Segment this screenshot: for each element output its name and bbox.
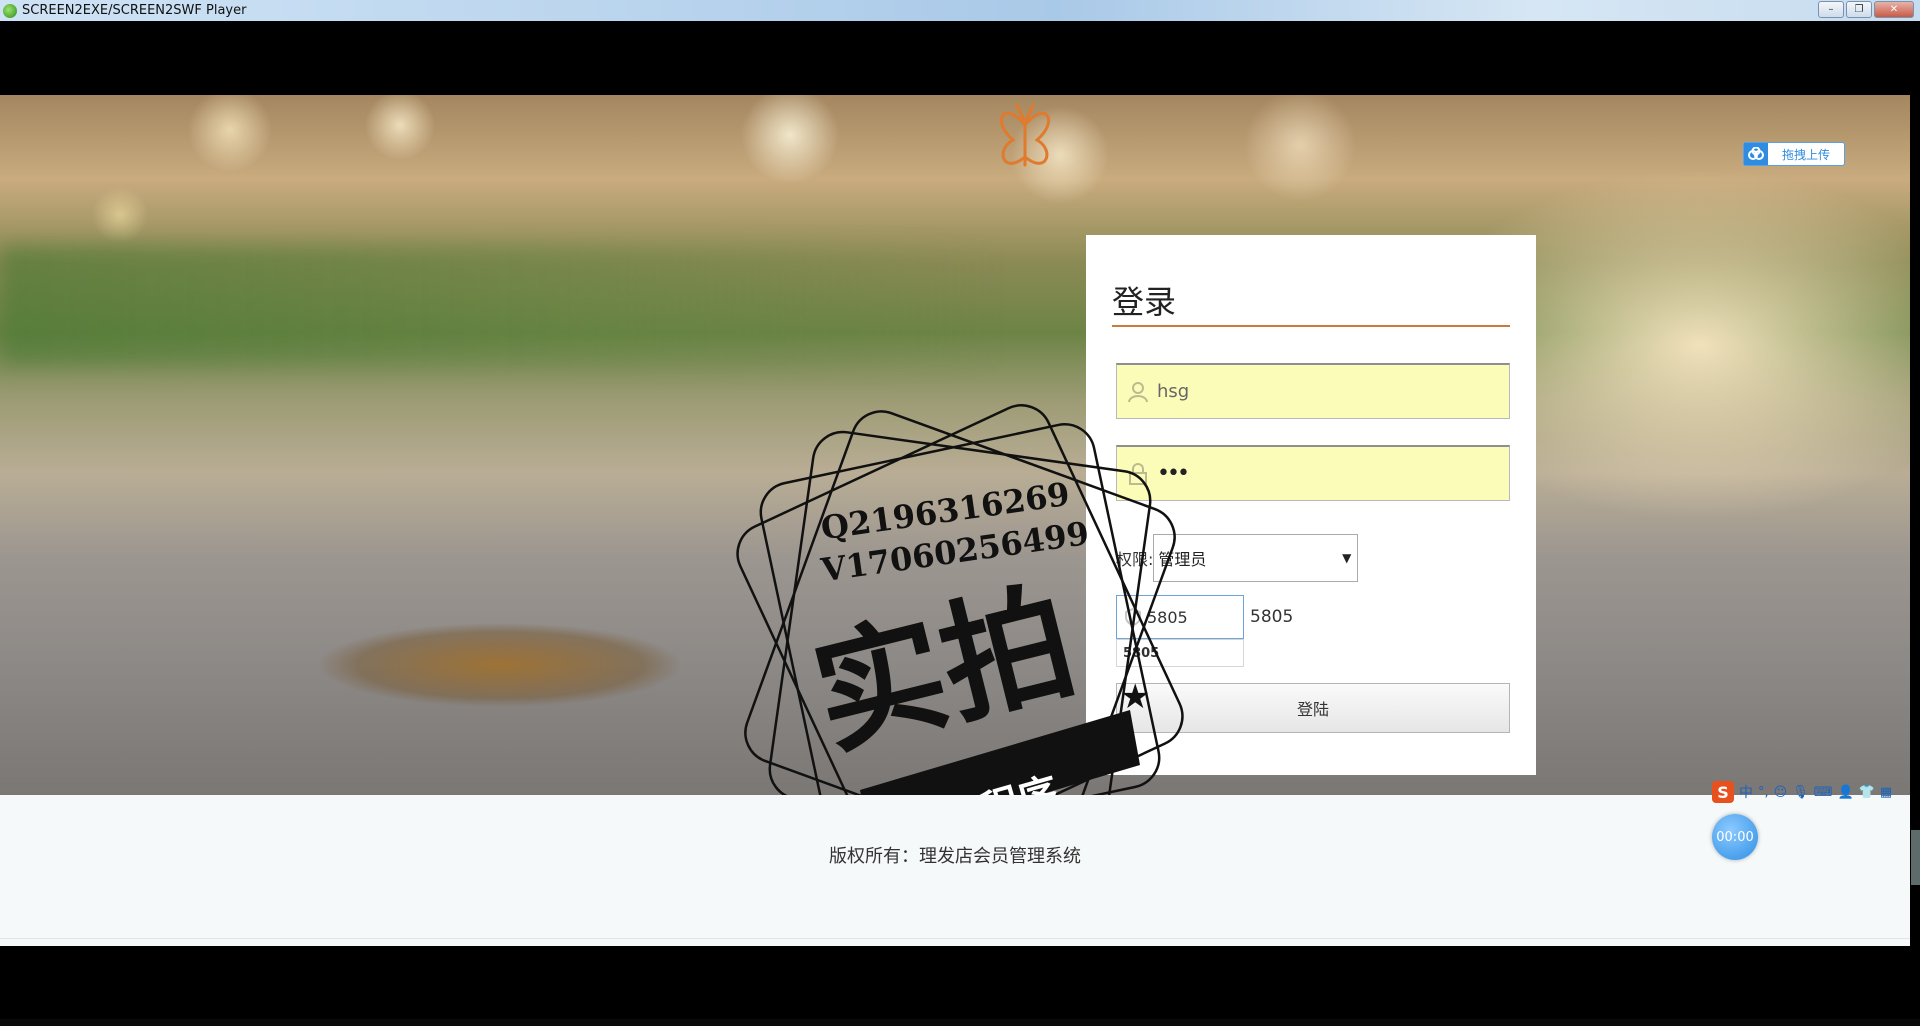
page-footer: 版权所有：理发店会员管理系统	[0, 795, 1910, 946]
password-field[interactable]: •••	[1116, 445, 1510, 501]
captcha-input-value: 5805	[1147, 607, 1188, 627]
upload-label: 拖拽上传	[1782, 147, 1831, 162]
emoji-icon[interactable]: ☺	[1774, 785, 1788, 800]
captcha-code: 5805	[1250, 607, 1294, 627]
autocomplete-suggestion[interactable]: 5805	[1116, 639, 1244, 667]
app-icon	[3, 3, 17, 18]
bottom-bar	[0, 1019, 1920, 1026]
window-titlebar: SCREEN2EXE/SCREEN2SWF Player – ❐ ✕	[0, 0, 1920, 21]
watermark-wx: V17060256499	[818, 514, 1091, 589]
window-title: SCREEN2EXE/SCREEN2SWF Player	[22, 3, 247, 18]
copyright-text: 版权所有：理发店会员管理系统	[829, 846, 1081, 867]
microphone-icon[interactable]: 🎙	[1792, 785, 1809, 800]
drag-upload-button[interactable]: 拖拽上传	[1743, 142, 1845, 166]
footer-divider	[0, 938, 1910, 939]
ime-toolbar: S 中 °, ☺ 🎙 ⌨ 👤 👕 ▦	[1712, 780, 1917, 804]
dropdown-arrow-icon: ▼	[1342, 551, 1352, 565]
cloud-upload-icon	[1744, 143, 1768, 165]
user-icon	[1128, 381, 1148, 402]
role-row: 权限: 管理员 ▼	[1116, 533, 1359, 583]
watermark-main: 实拍	[800, 564, 1089, 774]
butterfly-logo	[1000, 103, 1050, 167]
skin-icon[interactable]: 👕	[1859, 785, 1875, 800]
player-viewport: 拖拽上传 登录 hsg ••• 权限: 管理员 ▼ 5805 5805 5805…	[0, 95, 1910, 946]
role-selected-value: 管理员	[1158, 550, 1207, 569]
user-icon[interactable]: 👤	[1837, 785, 1853, 800]
close-button[interactable]: ✕	[1874, 1, 1914, 18]
restore-button[interactable]: ❐	[1846, 1, 1872, 18]
window-controls: – ❐ ✕	[1818, 1, 1914, 18]
password-value: •••	[1157, 461, 1190, 486]
role-label: 权限:	[1116, 550, 1154, 569]
hero-background: 拖拽上传 登录 hsg ••• 权限: 管理员 ▼ 5805 5805 5805…	[0, 95, 1910, 795]
scroll-handle[interactable]	[1911, 830, 1920, 885]
ime-punctuation-toggle[interactable]: °,	[1758, 785, 1769, 800]
login-title: 登录	[1112, 277, 1510, 327]
recording-timer[interactable]: 00:00	[1712, 814, 1758, 860]
watermark-qq: Q2196316269	[819, 475, 1072, 547]
keyboard-icon[interactable]: ⌨	[1814, 785, 1833, 800]
minimize-button[interactable]: –	[1818, 1, 1844, 18]
captcha-input[interactable]: 5805	[1116, 595, 1244, 639]
background-foliage	[0, 245, 1000, 365]
login-button[interactable]: 登陆	[1116, 683, 1510, 733]
username-field[interactable]: hsg	[1116, 363, 1510, 419]
role-select[interactable]: 管理员 ▼	[1153, 534, 1359, 582]
shield-icon	[1125, 607, 1141, 627]
username-value: hsg	[1157, 381, 1190, 402]
lock-icon	[1129, 462, 1147, 485]
sogou-logo-icon[interactable]: S	[1712, 781, 1734, 803]
grid-icon[interactable]: ▦	[1880, 785, 1892, 800]
ime-mode-toggle[interactable]: 中	[1739, 782, 1753, 802]
captcha-row: 5805 5805	[1116, 595, 1293, 639]
watermark-banner-text: 全微程序	[896, 769, 1063, 795]
login-panel: 登录 hsg ••• 权限: 管理员 ▼ 5805 5805 5805 登陆	[1086, 235, 1536, 775]
